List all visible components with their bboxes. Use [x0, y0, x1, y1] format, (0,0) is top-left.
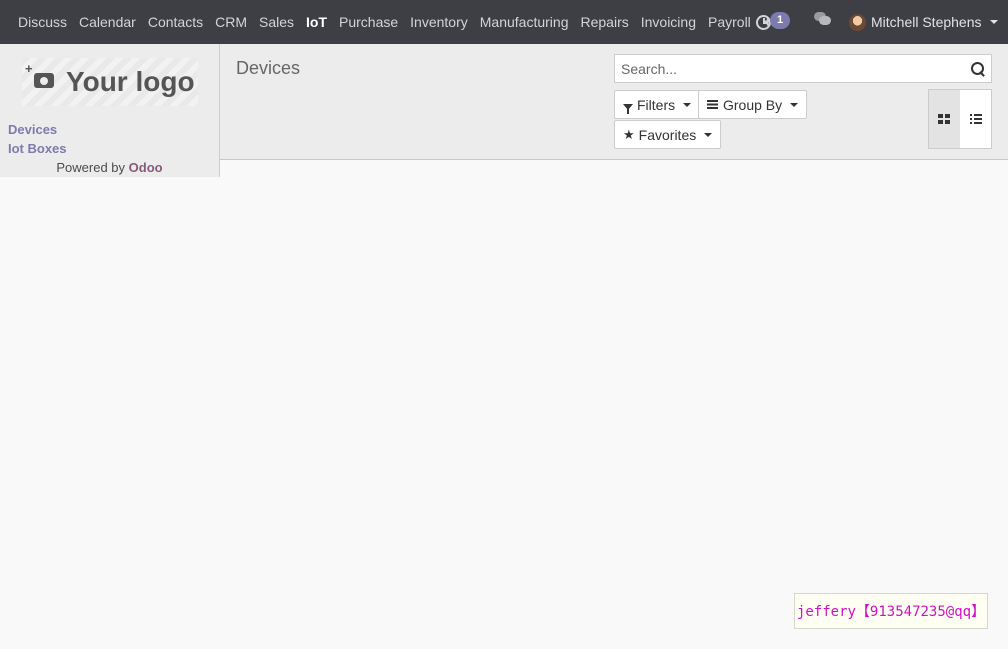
activity-count-badge: 1	[770, 12, 790, 29]
camera-icon	[25, 61, 54, 88]
star-icon: ★	[623, 126, 635, 142]
chat-bubble-front	[819, 16, 831, 25]
list-view-button[interactable]	[960, 90, 991, 148]
sidebar-item-devices[interactable]: Devices	[8, 122, 57, 137]
search-box	[614, 54, 992, 83]
app-invoicing[interactable]: Invoicing	[635, 14, 702, 30]
odoo-link[interactable]: Odoo	[129, 160, 163, 175]
filters-button[interactable]: Filters	[614, 90, 701, 119]
app-payroll[interactable]: Payroll	[702, 14, 757, 30]
app-repairs[interactable]: Repairs	[574, 14, 634, 30]
list-icon	[970, 114, 982, 124]
logo-text: Your logo	[66, 66, 195, 97]
filter-icon	[623, 103, 633, 114]
app-crm[interactable]: CRM	[209, 14, 253, 30]
kanban-view-button[interactable]	[929, 90, 960, 148]
app-contacts[interactable]: Contacts	[142, 14, 209, 30]
bars-icon	[707, 100, 718, 109]
app-manufacturing[interactable]: Manufacturing	[474, 14, 575, 30]
app-purchase[interactable]: Purchase	[333, 14, 404, 30]
search-input[interactable]	[615, 55, 955, 82]
user-name: Mitchell Stephens	[871, 14, 982, 30]
group-by-label: Group By	[723, 96, 783, 113]
chevron-down-icon	[790, 102, 799, 107]
chevron-down-icon	[704, 132, 713, 137]
clock-icon	[756, 15, 771, 30]
app-calendar[interactable]: Calendar	[73, 14, 142, 30]
group-by-button[interactable]: Group By	[698, 90, 808, 119]
watermark: jeffery【913547235@qq】	[794, 593, 988, 629]
app-sales[interactable]: Sales	[253, 14, 300, 30]
avatar	[849, 13, 866, 31]
breadcrumb: Devices	[236, 58, 301, 78]
chevron-down-icon	[989, 20, 998, 24]
chevron-down-icon	[683, 102, 692, 107]
top-navbar: Discuss Calendar Contacts CRM Sales IoT …	[0, 0, 1008, 44]
user-menu[interactable]: Mitchell Stephens	[849, 12, 998, 32]
app-iot[interactable]: IoT	[300, 14, 333, 30]
activity-menu[interactable]: 1	[756, 12, 796, 32]
filters-label: Filters	[637, 96, 676, 113]
sidebar-item-iot-boxes[interactable]: Iot Boxes	[8, 141, 67, 156]
powered-by: Powered by Odoo	[0, 160, 219, 175]
powered-by-label: Powered by	[56, 160, 126, 175]
view-switcher	[928, 89, 992, 149]
app-inventory[interactable]: Inventory	[404, 14, 474, 30]
control-panel: Devices Filters Group By ★ Favorites	[220, 44, 1008, 160]
favorites-label: Favorites	[638, 126, 697, 143]
search-icon[interactable]	[971, 62, 985, 76]
app-discuss[interactable]: Discuss	[12, 14, 73, 30]
company-logo[interactable]: Your logo	[22, 58, 198, 106]
app-menu: Discuss Calendar Contacts CRM Sales IoT …	[12, 0, 779, 44]
favorites-button[interactable]: ★ Favorites	[614, 120, 722, 149]
sidebar: Your logo Devices Iot Boxes Powered by O…	[0, 44, 220, 177]
chat-icon[interactable]	[814, 12, 832, 28]
grid-icon	[938, 114, 950, 124]
